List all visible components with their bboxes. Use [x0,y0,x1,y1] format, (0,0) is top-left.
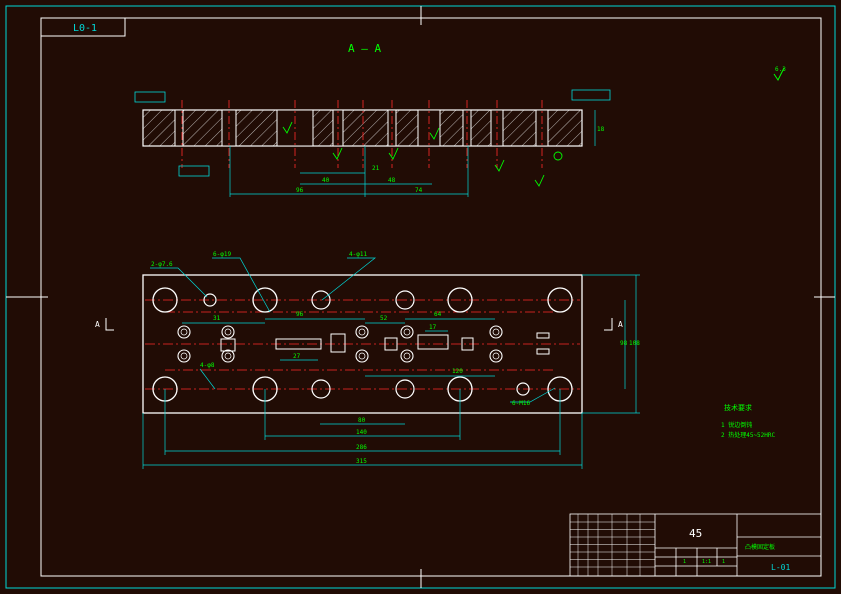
plan-small-hole-8 [489,325,503,339]
section-dim-96: 96 [296,187,304,194]
view-marker-left-label: A [95,320,100,329]
section-dim-40: 40 [322,177,330,184]
plan-dim-140: 140 [356,429,367,436]
plan-dim-98: 98 [620,340,628,347]
callout-hole-a: 2-φ7.6 [151,261,173,268]
plan-view: 315 286 140 80 98 108 31 96 52 64 27 17 … [95,251,640,469]
plan-dim-108: 108 [629,340,640,347]
section-dim-21: 21 [372,165,380,172]
section-plate-body [142,109,583,147]
section-dim-thickness: 18 [597,126,605,133]
notes-heading: 技术要求 [724,403,752,412]
callout-hole-c: 4-φ11 [349,251,367,258]
cad-drawing: L0-1 A — A 6.3 96 74 48 40 21 18 315 286… [5,5,836,589]
title-part-name: 凸模固定板 [745,543,775,551]
centering-marks [6,6,835,588]
plan-small-hole-1 [177,349,191,363]
plan-small-hole-4 [355,325,369,339]
title-sheet-index: 1 [722,559,725,565]
plan-dim-96: 96 [296,311,304,318]
plan-small-hole-9 [489,349,503,363]
plan-centerlines [145,299,580,390]
view-marker-left [105,318,114,331]
plan-small-hole-6 [400,325,414,339]
section-dim-74: 74 [415,187,423,194]
plan-small-hole-inner-6 [403,328,411,336]
plan-dim-120: 120 [452,368,463,375]
view-marker-right [604,318,613,331]
plan-small-hole-inner-9 [492,352,500,360]
plan-dim-286: 286 [356,444,367,451]
plan-dim-17: 17 [429,324,437,331]
plan-small-hole-0 [177,325,191,339]
plan-small-hole-7 [400,349,414,363]
section-view: 96 74 48 40 21 18 [134,89,611,197]
plan-small-hole-inner-8 [492,328,500,336]
plan-dim-overall: 315 [356,458,367,465]
plan-small-hole-2 [221,325,235,339]
surface-finish-symbol: 6.3 [773,66,786,81]
plan-small-hole-inner-5 [358,352,366,360]
plan-small-hole-inner-1 [180,352,188,360]
plan-small-hole-inner-7 [403,352,411,360]
plan-dim-lines [142,274,640,469]
section-dim-48: 48 [388,177,396,184]
title-material: 45 [689,527,702,540]
callout-hole-b: 6-φ19 [213,251,231,258]
notes-line-2: 2 热处理45~52HRC [721,431,776,439]
title-sheet-count: 1 [683,559,686,565]
plan-dim-64: 64 [434,311,442,318]
plan-small-hole-3 [221,349,235,363]
title-scale: 1:1 [702,559,711,565]
callout-hole-d: 6-M16 [512,400,530,407]
plan-small-hole-inner-3 [224,352,232,360]
notes-line-1: 1 锐边倒钝 [721,421,752,429]
plan-dim-27: 27 [293,353,301,360]
callout-hole-e: 4-φ8 [200,362,215,369]
plan-small-hole-inner-0 [180,328,188,336]
view-marker-right-label: A [618,320,623,329]
surface-finish-value: 6.3 [775,66,786,73]
plan-dim-52: 52 [380,315,388,322]
plan-small-hole-5 [355,349,369,363]
plan-small-hole-inner-4 [358,328,366,336]
plan-small-hole-inner-2 [224,328,232,336]
section-title: A — A [348,42,381,55]
drawing-code-corner: L0-1 [73,23,97,34]
title-drawing-number: L-01 [771,563,790,572]
plan-dim-80: 80 [358,417,366,424]
technical-notes: 技术要求 1 锐边倒钝 2 热处理45~52HRC [721,403,776,439]
plan-dim-31: 31 [213,315,221,322]
sheet-outer-border [5,5,836,589]
drawing-code-box: L0-1 [40,17,126,37]
